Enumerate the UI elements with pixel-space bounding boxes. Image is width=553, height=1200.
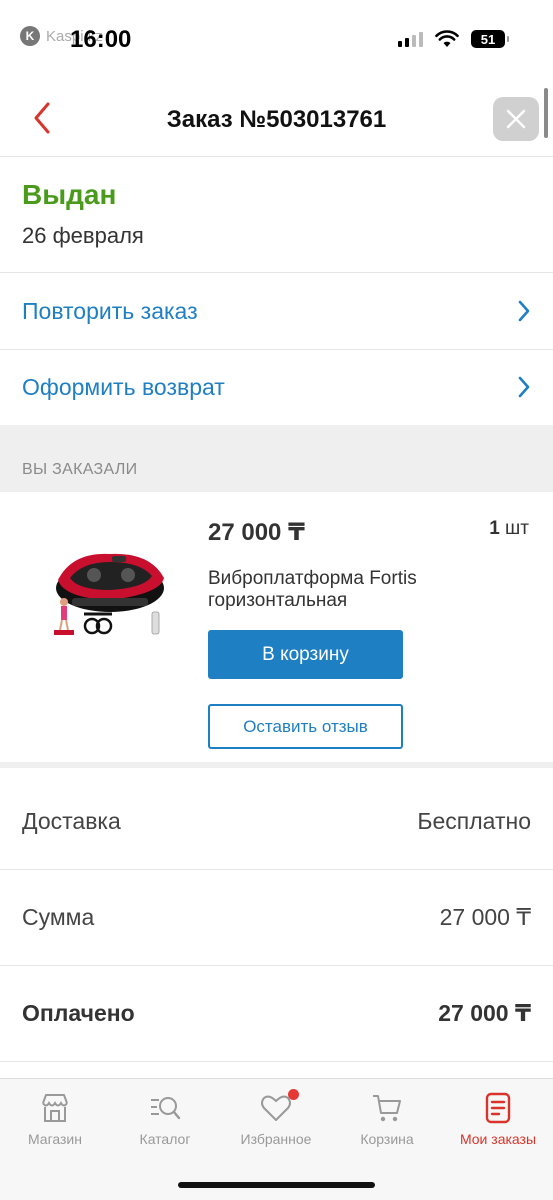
scroll-indicator[interactable]: [544, 88, 548, 138]
order-date: 26 февраля: [22, 223, 144, 248]
quantity-unit: шт: [505, 518, 529, 539]
close-icon: [506, 109, 526, 129]
paid-value: 27 000 ₸: [438, 1000, 531, 1026]
sum-row: Сумма 27 000 ₸: [0, 870, 553, 966]
order-status-block: Выдан 26 февраля: [0, 157, 553, 273]
bottom-tab-bar: Магазин Каталог Избранное Корзина Мои за…: [0, 1078, 553, 1200]
tab-favorites-label: Избранное: [240, 1131, 312, 1147]
product-name[interactable]: Виброплатформа Fortis горизонтальная: [208, 568, 488, 612]
repeat-order-label: Повторить заказ: [22, 297, 198, 324]
orders-icon: [485, 1092, 511, 1124]
quantity-value: 1: [489, 518, 500, 539]
chevron-right-icon: [518, 376, 530, 398]
delivery-row: Доставка Бесплатно: [0, 774, 553, 870]
paid-label: Оплачено: [22, 1000, 135, 1026]
tab-catalog-label: Каталог: [139, 1131, 191, 1147]
cart-icon: [373, 1095, 401, 1122]
page-title: Заказ №503013761: [166, 106, 387, 133]
return-order-row[interactable]: Оформить возврат: [0, 349, 553, 426]
store-icon: [42, 1094, 68, 1122]
catalog-search-icon: [151, 1097, 181, 1120]
tab-my-orders[interactable]: Мои заказы: [443, 1079, 553, 1159]
product-quantity: 1 шт: [489, 518, 529, 540]
tab-favorites[interactable]: Избранное: [221, 1079, 331, 1159]
leave-review-button[interactable]: Оставить отзыв: [208, 704, 403, 749]
wifi-icon: [435, 30, 459, 47]
header: Заказ №503013761: [0, 80, 553, 157]
order-status-label: Выдан: [22, 179, 117, 210]
kaspi-logo-icon: K: [20, 26, 40, 46]
product-price: 27 000 ₸: [208, 519, 305, 546]
status-bar: K Kaspi.kz 16:00 51: [0, 0, 553, 80]
tab-my-orders-label: Мои заказы: [459, 1131, 537, 1147]
repeat-order-row[interactable]: Повторить заказ: [0, 273, 553, 350]
tab-store-label: Магазин: [27, 1131, 82, 1147]
paid-row: Оплачено 27 000 ₸: [0, 966, 553, 1062]
favorites-badge: [288, 1089, 299, 1100]
tab-cart[interactable]: Корзина: [332, 1079, 442, 1159]
status-icons: 51: [398, 30, 509, 48]
return-order-label: Оформить возврат: [22, 373, 225, 400]
tab-store[interactable]: Магазин: [0, 1079, 110, 1159]
section-title: ВЫ ЗАКАЗАЛИ: [22, 461, 138, 478]
sum-label: Сумма: [22, 904, 95, 930]
ordered-product: 27 000 ₸ 1 шт Виброплатформа Fortis гори…: [0, 492, 553, 768]
tab-catalog[interactable]: Каталог: [110, 1079, 220, 1159]
chevron-right-icon: [518, 300, 530, 322]
home-indicator[interactable]: [178, 1182, 375, 1188]
ordered-items-header: ВЫ ЗАКАЗАЛИ: [0, 425, 553, 492]
add-to-cart-button[interactable]: В корзину: [208, 630, 403, 679]
cellular-signal-icon: [398, 31, 423, 47]
heart-icon-wrap: [259, 1089, 299, 1125]
product-image[interactable]: [42, 530, 172, 650]
sum-value: 27 000 ₸: [439, 904, 531, 930]
order-details-screen: K Kaspi.kz 16:00 51 Заказ №503013761 Выд…: [0, 0, 553, 1200]
delivery-label: Доставка: [22, 808, 121, 834]
status-time: 16:00: [70, 26, 132, 53]
tab-cart-label: Корзина: [360, 1131, 414, 1147]
battery-icon: 51: [471, 30, 509, 48]
close-button[interactable]: [493, 97, 539, 141]
delivery-value: Бесплатно: [417, 808, 531, 834]
